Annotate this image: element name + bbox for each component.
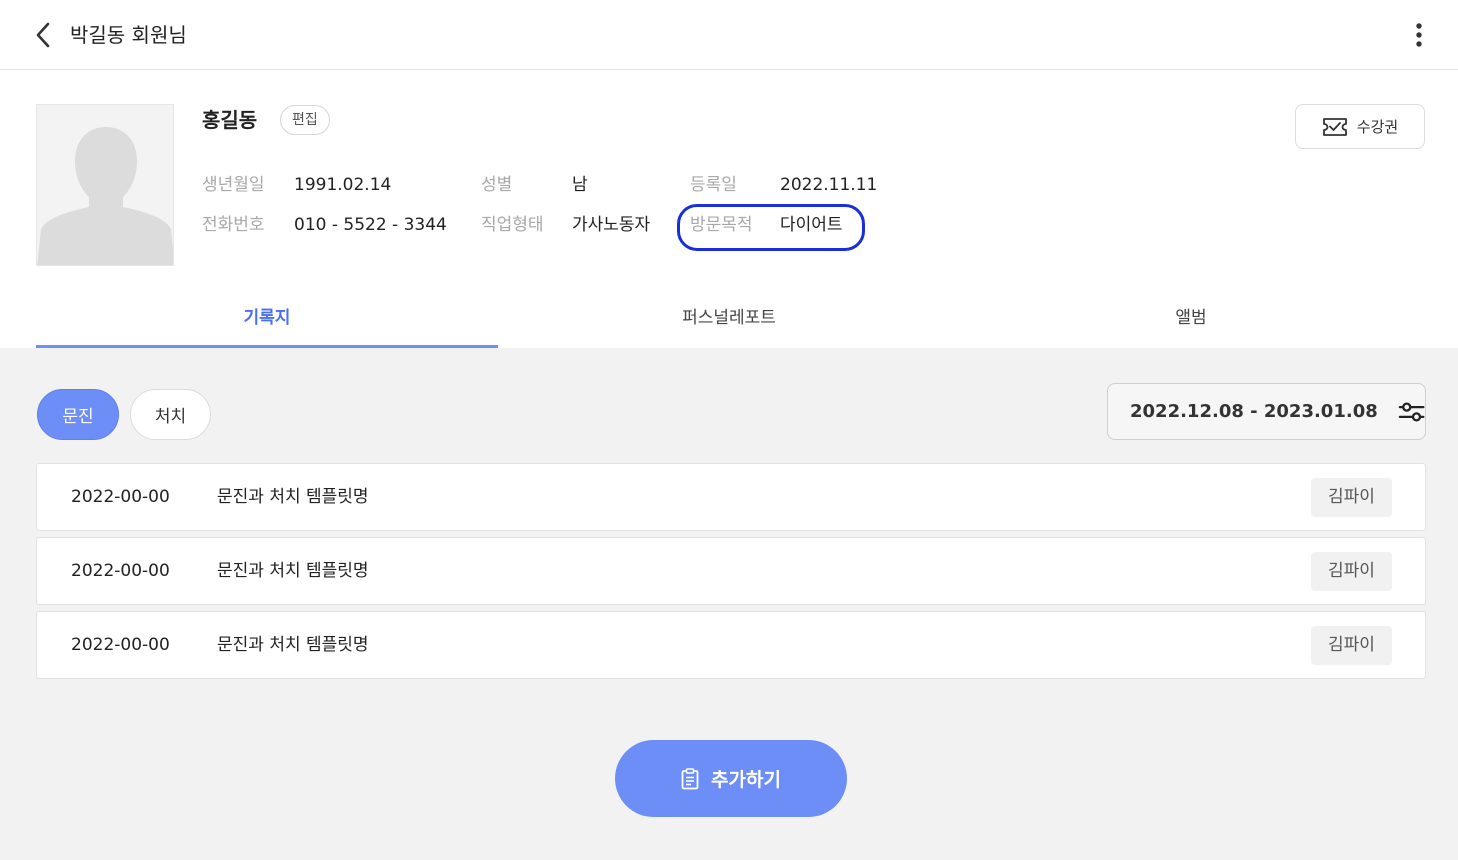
job-value: 가사노동자 [572,215,651,235]
gender-label: 성별 [481,175,513,195]
record-title: 문진과 처치 템플릿명 [217,487,369,507]
purpose-highlight-outline [677,204,865,251]
ticket-button-label: 수강권 [1356,118,1399,136]
user-silhouette-icon [37,105,173,265]
record-row[interactable]: 2022-00-00 문진과 처치 템플릿명 김파이 [36,463,1426,531]
avatar [36,104,174,266]
add-record-button[interactable]: 추가하기 [615,740,847,817]
back-button[interactable] [26,17,60,53]
tab-bar: 기록지 퍼스널레포트 앨범 [36,298,1422,348]
record-author-badge: 김파이 [1311,552,1392,591]
add-button-label: 추가하기 [711,769,781,791]
member-name: 홍길동 [202,108,258,132]
top-bar: 박길동 회원님 [0,0,1458,70]
chevron-left-icon [36,22,50,48]
gender-value: 남 [572,175,588,195]
tab-records[interactable]: 기록지 [36,298,498,348]
record-date: 2022-00-00 [71,635,170,655]
page-title: 박길동 회원님 [70,23,187,47]
filter-exam-button[interactable]: 문진 [37,389,119,440]
record-date: 2022-00-00 [71,487,170,507]
tab-album[interactable]: 앨범 [960,298,1422,348]
registered-value: 2022.11.11 [780,175,878,195]
sliders-icon [1398,401,1425,422]
record-author-badge: 김파이 [1311,478,1392,517]
record-row[interactable]: 2022-00-00 문진과 처치 템플릿명 김파이 [36,537,1426,605]
record-title: 문진과 처치 템플릿명 [217,635,369,655]
filter-treatment-button[interactable]: 처치 [130,389,211,440]
birth-value: 1991.02.14 [294,175,392,195]
record-author-badge: 김파이 [1311,626,1392,665]
ticket-button[interactable]: 수강권 [1295,104,1425,149]
record-row[interactable]: 2022-00-00 문진과 처치 템플릿명 김파이 [36,611,1426,679]
profile-section: 홍길동 편집 수강권 생년월일 1991.02.14 전화번호 010 - 55… [0,70,1458,348]
date-range-text: 2022.12.08 - 2023.01.08 [1130,401,1378,422]
tab-personal-report[interactable]: 퍼스널레포트 [498,298,960,348]
phone-value: 010 - 5522 - 3344 [294,215,447,235]
more-options-button[interactable] [1404,18,1434,52]
clipboard-icon [681,767,699,789]
job-label: 직업형태 [481,215,544,235]
record-date: 2022-00-00 [71,561,170,581]
date-range-filter[interactable]: 2022.12.08 - 2023.01.08 [1107,383,1426,440]
phone-label: 전화번호 [202,215,265,235]
registered-label: 등록일 [690,175,737,195]
more-vertical-icon [1416,23,1422,47]
ticket-icon [1322,117,1347,136]
edit-button[interactable]: 편집 [280,105,330,135]
birth-label: 생년월일 [202,175,265,195]
record-title: 문진과 처치 템플릿명 [217,561,369,581]
